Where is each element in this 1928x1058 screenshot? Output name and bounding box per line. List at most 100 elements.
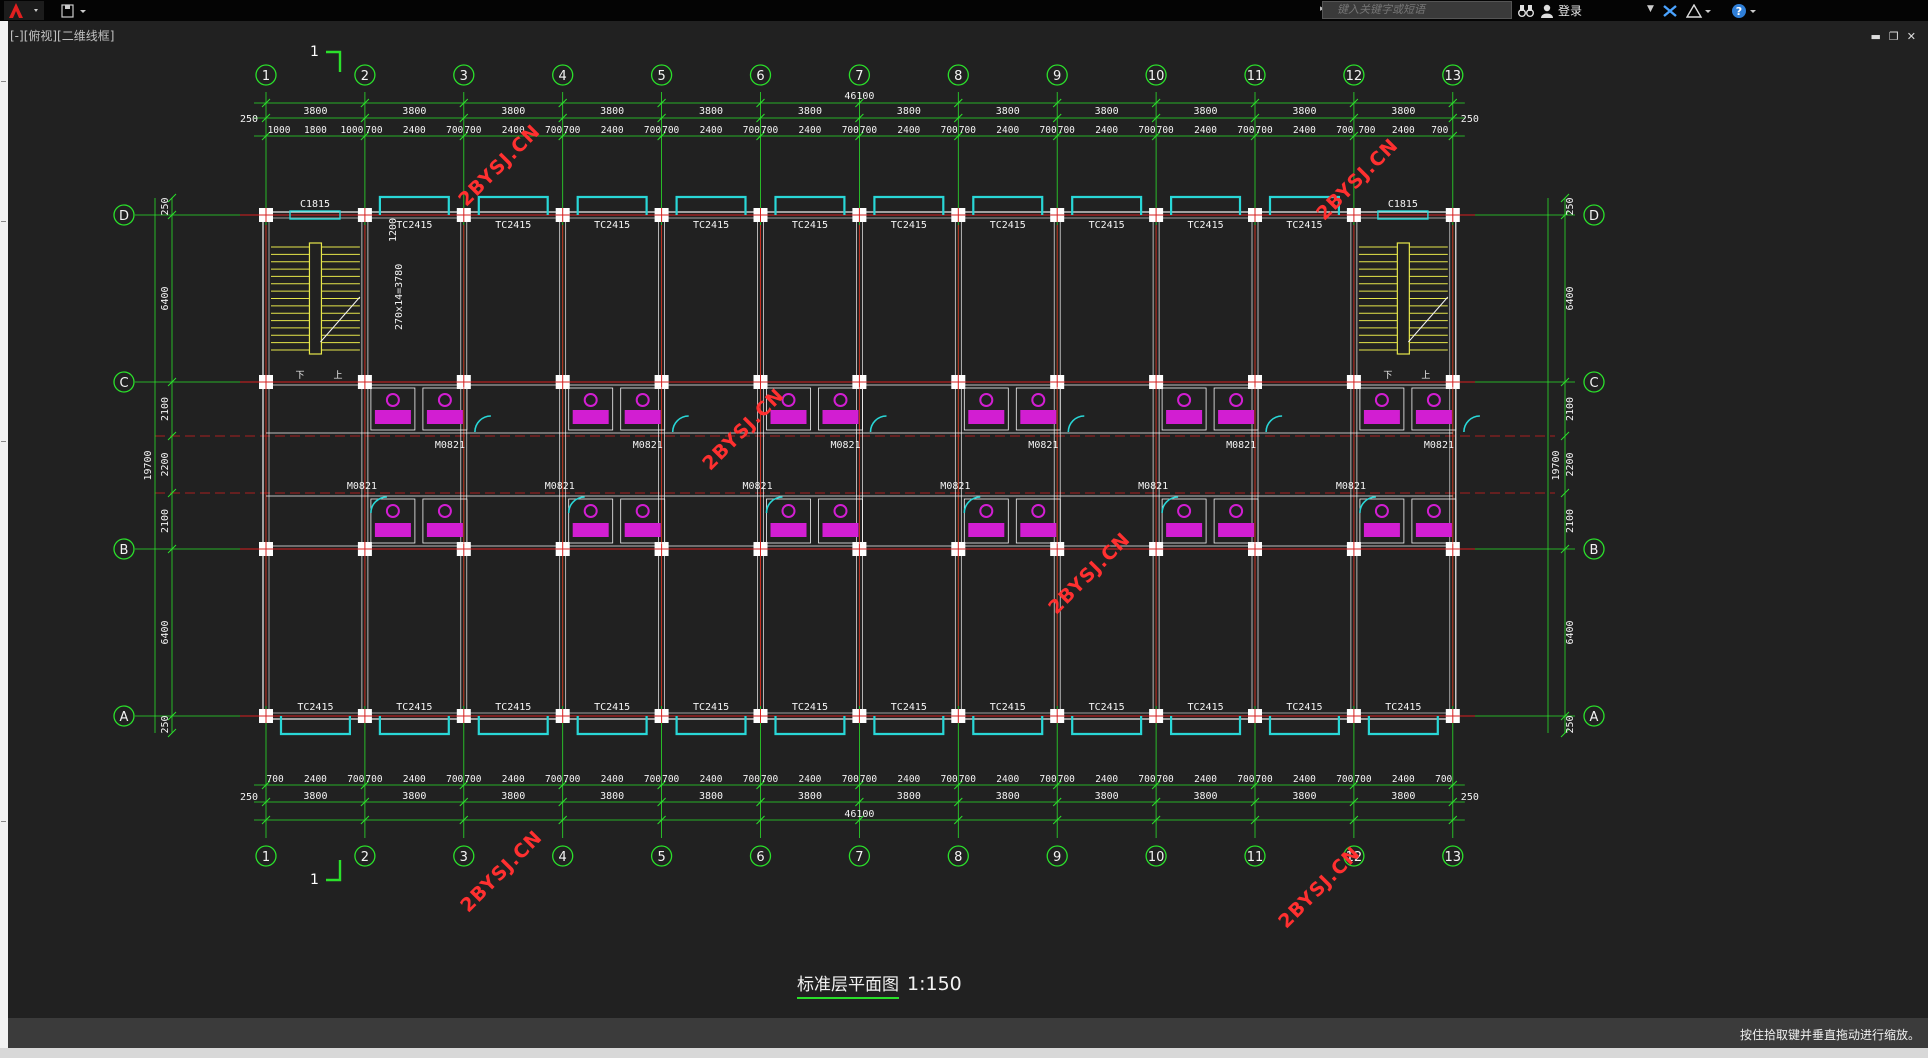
dim-detail-top: 1000 bbox=[340, 125, 363, 136]
label-window-top: TC2415 bbox=[891, 220, 927, 231]
dim-detail-bottom: 2400 bbox=[403, 774, 426, 785]
dim-edge: 250 bbox=[1461, 114, 1479, 125]
sink-icon bbox=[1415, 410, 1452, 424]
sink-icon bbox=[374, 523, 411, 537]
axis-label-column: 7 bbox=[855, 850, 863, 865]
dim-detail-bottom: 2400 bbox=[304, 774, 327, 785]
dim-detail-bottom: 700 bbox=[860, 774, 877, 785]
toilet-icon bbox=[1031, 393, 1046, 407]
label-stair-down: 下 bbox=[1383, 371, 1392, 381]
dim-bay-bottom: 3800 bbox=[600, 791, 624, 802]
toilet-icon bbox=[635, 504, 650, 518]
axis-label-column: 5 bbox=[657, 69, 665, 84]
sink-icon bbox=[1363, 523, 1400, 537]
label-stair-down: 下 bbox=[295, 371, 304, 381]
dim-detail-bottom: 2400 bbox=[799, 774, 822, 785]
dim-depth: 6400 bbox=[160, 620, 171, 644]
dim-bay-top: 3800 bbox=[996, 106, 1020, 117]
sink-icon bbox=[770, 523, 807, 537]
drawing-canvas[interactable]: C1815TC2415TC2415TC2415TC2415TC2415TC241… bbox=[0, 0, 1928, 1058]
dim-detail-top: 700 bbox=[1237, 125, 1254, 136]
dim-depth: 2200 bbox=[1565, 452, 1576, 476]
dim-depth: 2100 bbox=[160, 509, 171, 533]
dim-bay-top: 3800 bbox=[699, 106, 723, 117]
axis-label-column: 6 bbox=[756, 850, 764, 865]
dim-detail-top: 700 bbox=[662, 125, 679, 136]
dim-overall-bottom: 46100 bbox=[844, 809, 874, 820]
axis-label-row: A bbox=[120, 710, 129, 725]
label-window-top: TC2415 bbox=[495, 220, 531, 231]
dim-detail-bottom: 700 bbox=[446, 774, 463, 785]
toilet-icon bbox=[583, 393, 598, 407]
axis-label-row: A bbox=[1590, 710, 1599, 725]
drawing-title: 标准层平面图 1:150 bbox=[797, 970, 962, 999]
dim-depth: 250 bbox=[160, 197, 171, 215]
dim-detail-top: 700 bbox=[545, 125, 562, 136]
label-door: M0821 bbox=[347, 481, 377, 492]
dim-edge: 250 bbox=[240, 114, 258, 125]
dim-overall-top: 46100 bbox=[844, 91, 874, 102]
dim-detail-bottom: 2400 bbox=[700, 774, 723, 785]
dim-detail-top: 700 bbox=[446, 125, 463, 136]
toilet-icon bbox=[583, 504, 598, 518]
axis-label-column: 9 bbox=[1053, 850, 1061, 865]
dim-depth: 250 bbox=[1565, 715, 1576, 733]
dim-detail-bottom: 700 bbox=[761, 774, 778, 785]
dim-detail-bottom: 2400 bbox=[502, 774, 525, 785]
toilet-icon bbox=[1374, 393, 1389, 407]
dim-bay-bottom: 3800 bbox=[501, 791, 525, 802]
axis-label-row: B bbox=[120, 543, 129, 558]
dim-detail-top: 700 bbox=[1138, 125, 1155, 136]
dim-detail-bottom: 700 bbox=[1435, 774, 1452, 785]
toilet-icon bbox=[385, 393, 400, 407]
label-window-top: TC2415 bbox=[693, 220, 729, 231]
dim-depth: 2100 bbox=[1565, 509, 1576, 533]
section-cut-bottom bbox=[326, 860, 342, 882]
axis-label-column: 6 bbox=[756, 69, 764, 84]
dim-depth: 2100 bbox=[1565, 397, 1576, 421]
dim-depth: 250 bbox=[1565, 197, 1576, 215]
dim-detail-top: 2400 bbox=[1194, 125, 1217, 136]
toilet-icon bbox=[781, 504, 796, 518]
axis-label-column: 2 bbox=[361, 850, 369, 865]
label-window-bottom: TC2415 bbox=[792, 702, 828, 713]
dim-detail-top: 2400 bbox=[1392, 125, 1415, 136]
dim-detail-bottom: 700 bbox=[545, 774, 562, 785]
sink-icon bbox=[572, 410, 609, 424]
dim-detail-top: 2400 bbox=[700, 125, 723, 136]
label-window-bottom: TC2415 bbox=[1385, 702, 1421, 713]
label-window-bottom: TC2415 bbox=[1089, 702, 1125, 713]
dim-bay-bottom: 3800 bbox=[1292, 791, 1316, 802]
axis-label-column: 3 bbox=[460, 850, 468, 865]
dim-detail-top: 700 bbox=[1040, 125, 1057, 136]
dim-detail-bottom: 700 bbox=[347, 774, 364, 785]
door-swing bbox=[1265, 415, 1283, 433]
toilet-icon bbox=[1229, 393, 1244, 407]
dim-detail-top: 700 bbox=[563, 125, 580, 136]
dim-detail-top: 2400 bbox=[996, 125, 1019, 136]
axis-label-column: 13 bbox=[1445, 69, 1462, 84]
dim-bay-top: 3800 bbox=[303, 106, 327, 117]
dim-bay-bottom: 3800 bbox=[303, 791, 327, 802]
toilet-icon bbox=[1177, 504, 1192, 518]
sink-icon bbox=[624, 523, 661, 537]
sink-icon bbox=[426, 410, 463, 424]
dim-detail-top: 700 bbox=[644, 125, 661, 136]
sink-icon bbox=[822, 523, 859, 537]
toilet-icon bbox=[1426, 504, 1441, 518]
label-door: M0821 bbox=[1424, 440, 1454, 451]
dim-detail-bottom: 700 bbox=[563, 774, 580, 785]
axis-label-column: 8 bbox=[954, 850, 962, 865]
axis-label-column: 11 bbox=[1247, 850, 1264, 865]
dim-bay-bottom: 3800 bbox=[996, 791, 1020, 802]
axis-label-column: 2 bbox=[361, 69, 369, 84]
label-stair-up: 上 bbox=[333, 370, 342, 381]
stair-handrail bbox=[308, 242, 323, 355]
door-swing bbox=[869, 415, 887, 433]
dim-edge: 250 bbox=[1461, 792, 1479, 803]
section-mark-bottom: 1 bbox=[310, 872, 319, 888]
axis-label-column: 4 bbox=[559, 69, 567, 84]
label-door: M0821 bbox=[545, 481, 575, 492]
toilet-icon bbox=[833, 393, 848, 407]
section-mark-top: 1 bbox=[310, 44, 319, 60]
